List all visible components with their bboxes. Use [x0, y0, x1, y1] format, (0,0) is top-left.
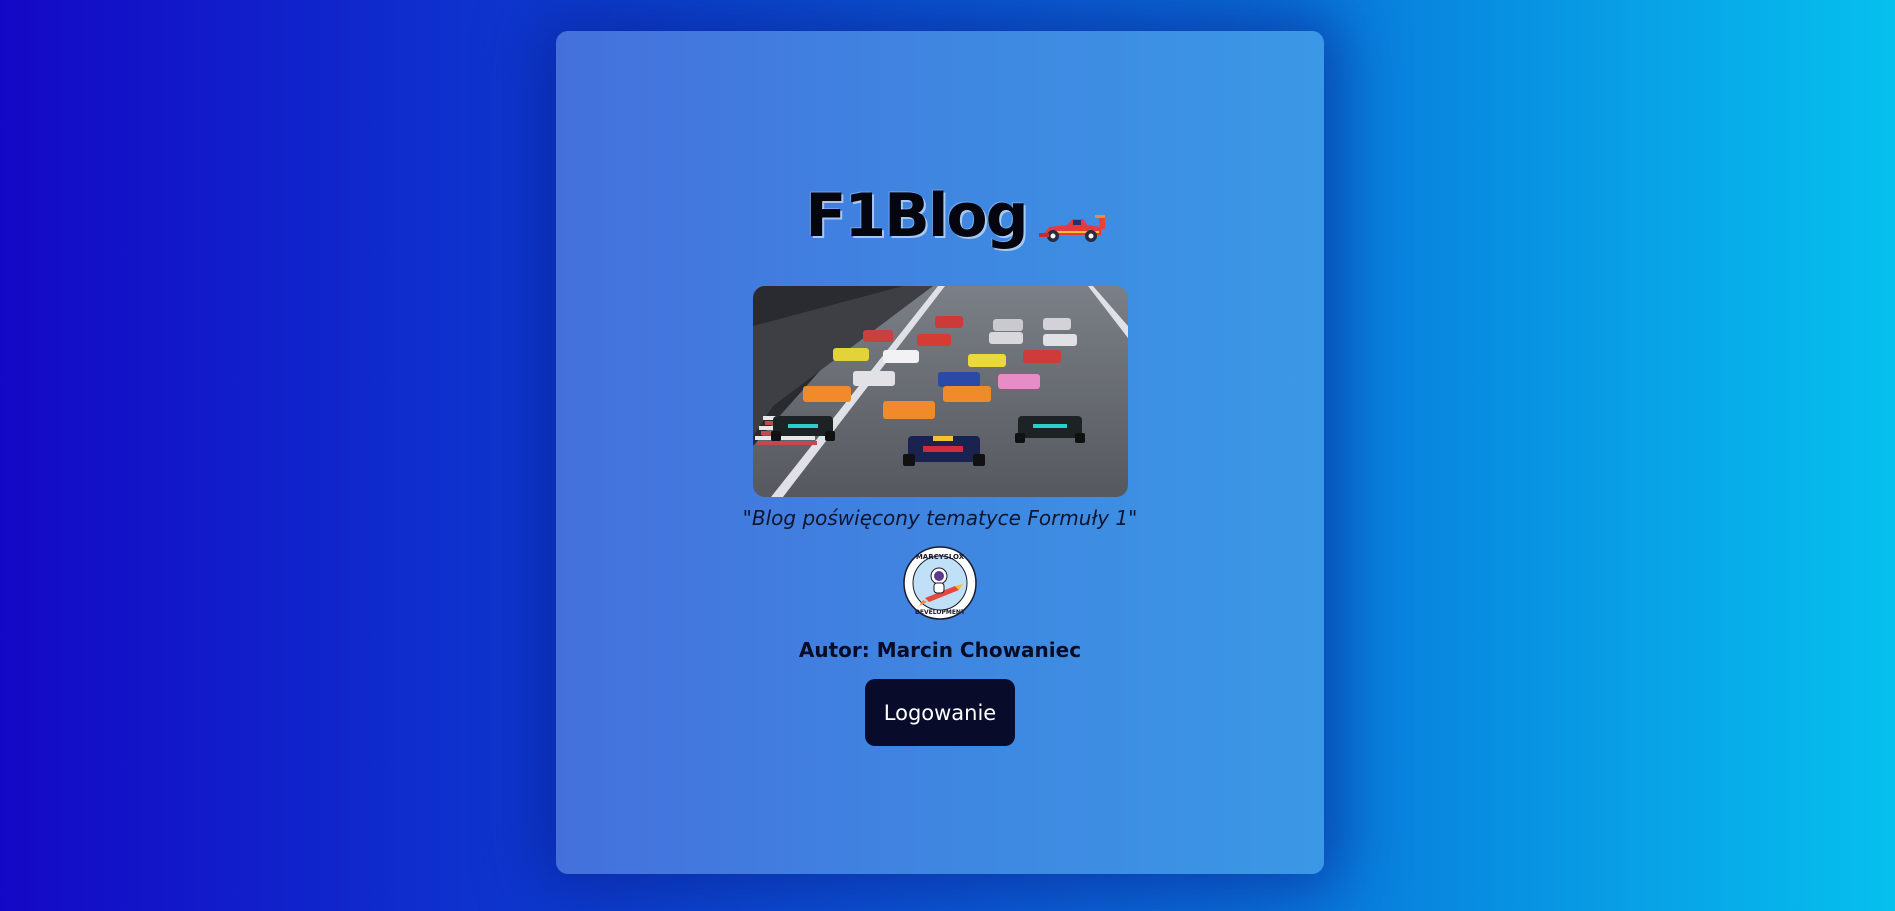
- page-title: F1Blog: [805, 181, 1028, 251]
- developer-logo: MARCYSLOX DEVELOPMENT: [903, 546, 977, 620]
- author-name: Autor: Marcin Chowaniec: [798, 638, 1082, 662]
- login-button[interactable]: Logowanie: [865, 679, 1015, 746]
- title-row: F1Blog: [556, 181, 1324, 251]
- hero-image: [753, 286, 1128, 497]
- logo-top-text: MARCYSLOX: [916, 553, 965, 561]
- logo-bottom-text: DEVELOPMENT: [915, 609, 966, 616]
- tagline: "Blog poświęcony tematyce Formuły 1": [742, 506, 1138, 530]
- landing-card: F1Blog "Blog poświęcony tematyce Formuły…: [556, 31, 1324, 874]
- race-car-icon: [1038, 211, 1105, 243]
